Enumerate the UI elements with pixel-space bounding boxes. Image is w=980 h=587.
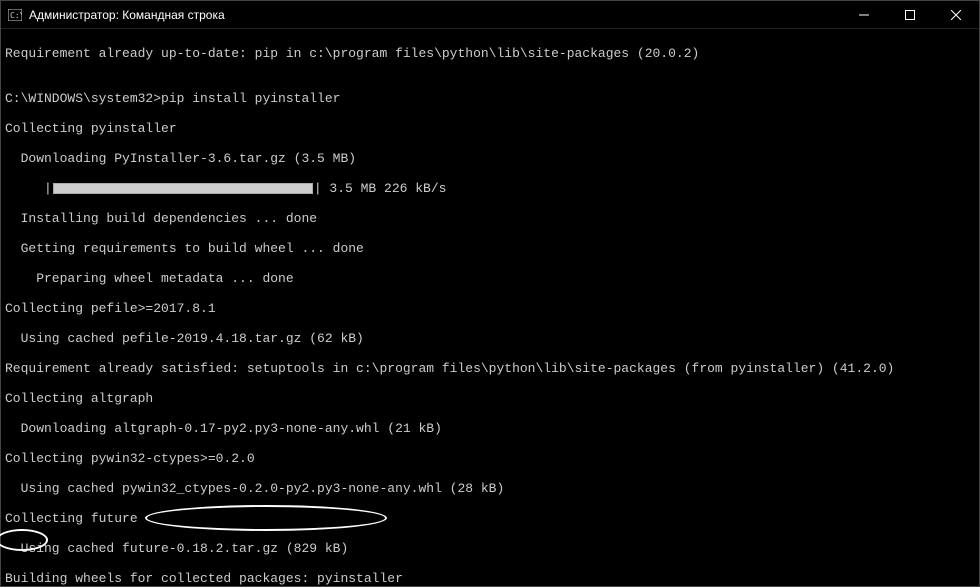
minimize-button[interactable] bbox=[841, 1, 887, 28]
output-line: C:\WINDOWS\system32>pip install pyinstal… bbox=[5, 91, 975, 106]
progress-label: | 3.5 MB 226 kB/s bbox=[314, 181, 447, 196]
progress-wrap: || 3.5 MB 226 kB/s bbox=[44, 181, 446, 196]
close-button[interactable] bbox=[933, 1, 979, 28]
cmd-icon: C:\ bbox=[7, 7, 23, 23]
progress-bar bbox=[53, 183, 313, 194]
minimize-icon bbox=[859, 10, 869, 20]
maximize-button[interactable] bbox=[887, 1, 933, 28]
output-line: Downloading PyInstaller-3.6.tar.gz (3.5 … bbox=[5, 151, 975, 166]
progress-pad bbox=[5, 181, 44, 196]
output-line: Using cached pefile-2019.4.18.tar.gz (62… bbox=[5, 331, 975, 346]
progress-fill bbox=[54, 184, 312, 193]
output-line: Preparing wheel metadata ... done bbox=[5, 271, 975, 286]
titlebar[interactable]: C:\ Администратор: Командная строка bbox=[1, 1, 979, 29]
output-line: Installing build dependencies ... done bbox=[5, 211, 975, 226]
maximize-icon bbox=[905, 10, 915, 20]
output-line: Building wheels for collected packages: … bbox=[5, 571, 975, 586]
output-line: Collecting pywin32-ctypes>=0.2.0 bbox=[5, 451, 975, 466]
window-title: Администратор: Командная строка bbox=[29, 8, 841, 22]
output-line: Collecting altgraph bbox=[5, 391, 975, 406]
svg-text:C:\: C:\ bbox=[10, 11, 22, 20]
terminal-output[interactable]: Requirement already up-to-date: pip in c… bbox=[1, 29, 979, 586]
output-line: Collecting future bbox=[5, 511, 975, 526]
output-line: Using cached future-0.18.2.tar.gz (829 k… bbox=[5, 541, 975, 556]
output-line: Using cached pywin32_ctypes-0.2.0-py2.py… bbox=[5, 481, 975, 496]
window-controls bbox=[841, 1, 979, 28]
close-icon bbox=[951, 10, 961, 20]
output-line: Collecting pyinstaller bbox=[5, 121, 975, 136]
progress-line: || 3.5 MB 226 kB/s bbox=[5, 181, 975, 196]
output-line: Requirement already satisfied: setuptool… bbox=[5, 361, 975, 376]
cmd-window: C:\ Администратор: Командная строка Requ… bbox=[0, 0, 980, 587]
output-line: Getting requirements to build wheel ... … bbox=[5, 241, 975, 256]
output-line: Collecting pefile>=2017.8.1 bbox=[5, 301, 975, 316]
output-line: Downloading altgraph-0.17-py2.py3-none-a… bbox=[5, 421, 975, 436]
output-line: Requirement already up-to-date: pip in c… bbox=[5, 46, 975, 61]
